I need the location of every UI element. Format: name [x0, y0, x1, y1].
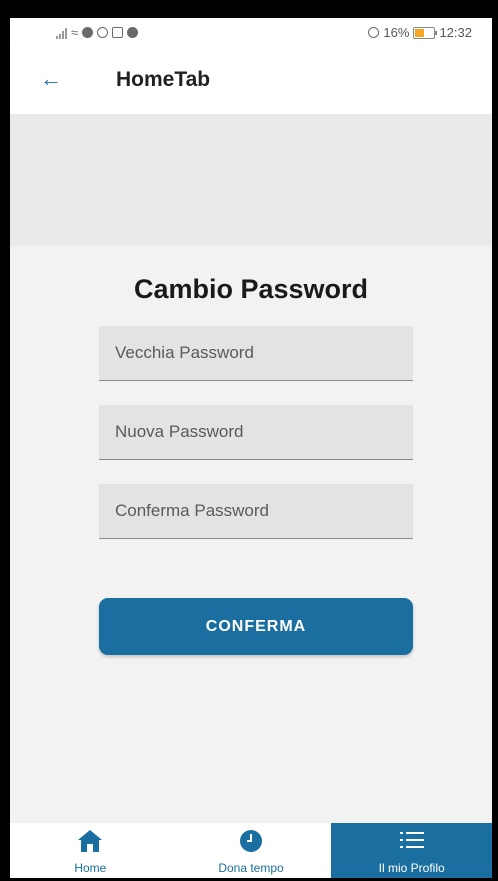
- nav-item-home[interactable]: Home: [10, 823, 171, 878]
- form-title: Cambio Password: [133, 274, 369, 304]
- wifi-icon: ≈: [71, 25, 79, 40]
- nav-label-profilo: Il mio Profilo: [378, 861, 445, 875]
- confirm-password-field[interactable]: [99, 484, 413, 539]
- alarm-icon: [368, 27, 380, 38]
- nav-label-home: Home: [74, 861, 107, 875]
- new-password-field[interactable]: [99, 405, 413, 460]
- whatsapp-icon: [97, 27, 109, 38]
- nav-label-dona-tempo: Dona tempo: [218, 861, 284, 875]
- bottom-nav: Home Dona tempo Il mio Profilo: [10, 823, 492, 878]
- status-icons-left: ≈: [56, 25, 139, 40]
- instagram-icon: [112, 27, 124, 38]
- battery-percent: 16%: [383, 25, 410, 40]
- phone-screen: ≈ 16% 12:32 ← HomeTab Cambio Password CO…: [10, 18, 492, 878]
- notification-icon: [82, 27, 94, 38]
- confirm-button[interactable]: CONFERMA: [99, 598, 413, 655]
- signal-icon: [56, 27, 67, 39]
- confirm-password-input[interactable]: [99, 484, 413, 538]
- status-icons-right: 16% 12:32: [368, 25, 472, 40]
- clock-time: 12:32: [439, 25, 472, 40]
- nav-item-profilo[interactable]: Il mio Profilo: [331, 823, 492, 878]
- app-bar: ← HomeTab: [10, 46, 492, 114]
- arrow-left-icon[interactable]: ←: [40, 66, 62, 92]
- facebook-icon: [127, 27, 139, 38]
- clock-icon: [239, 829, 263, 858]
- header-banner: [10, 114, 492, 246]
- list-icon: [399, 829, 425, 856]
- old-password-input[interactable]: [99, 326, 413, 380]
- old-password-field[interactable]: [99, 326, 413, 381]
- home-icon: [77, 829, 103, 858]
- new-password-input[interactable]: [99, 405, 413, 459]
- nav-item-dona-tempo[interactable]: Dona tempo: [171, 823, 332, 878]
- status-bar: ≈ 16% 12:32: [10, 18, 492, 46]
- battery-icon: [413, 26, 438, 39]
- page-title: HomeTab: [116, 68, 211, 91]
